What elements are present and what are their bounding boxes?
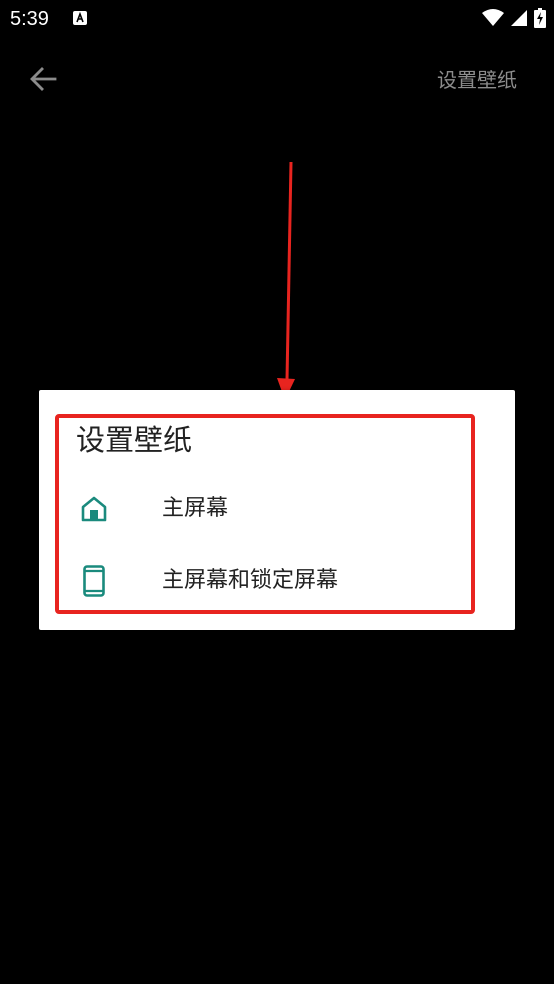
wifi-icon	[482, 9, 504, 27]
set-wallpaper-action[interactable]: 设置壁纸	[437, 66, 517, 94]
option-home-screen[interactable]: 主屏幕	[39, 479, 515, 539]
arrow-back-icon	[28, 64, 58, 98]
phone-icon	[79, 565, 109, 597]
battery-charging-icon	[534, 8, 546, 28]
home-icon	[79, 493, 109, 525]
a-notification-icon	[72, 10, 88, 26]
status-bar: 5:39	[0, 0, 554, 38]
cell-signal-icon	[510, 9, 528, 27]
option-label-home: 主屏幕	[162, 496, 229, 521]
option-home-and-lock-screen[interactable]: 主屏幕和锁定屏幕	[39, 551, 515, 611]
option-label-home-lock: 主屏幕和锁定屏幕	[162, 568, 339, 593]
back-button[interactable]	[24, 62, 62, 100]
status-icons	[482, 7, 546, 29]
set-wallpaper-dialog: 设置壁纸 主屏幕 主屏幕和锁定屏幕	[39, 390, 515, 630]
status-time: 5:39	[10, 8, 49, 30]
dialog-title: 设置壁纸	[76, 423, 193, 457]
annotation-arrow	[277, 161, 295, 400]
